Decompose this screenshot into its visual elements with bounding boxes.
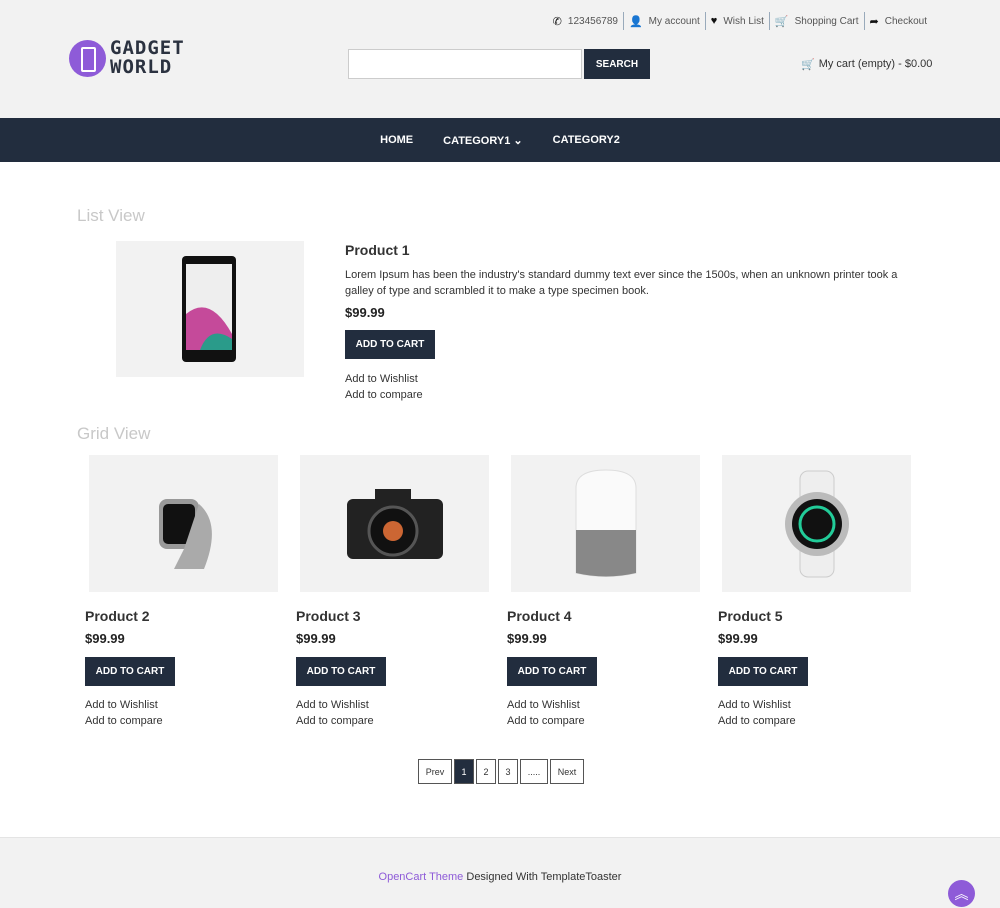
product-card: Product 3 $99.99 ADD TO CART Add to Wish…	[296, 455, 489, 729]
shopping-cart-link[interactable]: 🛒 Shopping Cart	[768, 12, 864, 30]
next-page-button[interactable]: Next	[550, 759, 584, 784]
add-to-compare-link[interactable]: Add to compare	[85, 713, 278, 729]
product-title[interactable]: Product 4	[507, 608, 700, 624]
share-arrow-icon: ➦	[869, 15, 879, 28]
pagination: Prev 1 2 3 ..... Next	[418, 759, 584, 784]
my-account-link[interactable]: 👤 My account	[622, 12, 705, 30]
top-links: ✆ 123456789 👤 My account ♥ Wish List 🛒 Shopp…	[548, 12, 932, 30]
smartphone-image	[182, 256, 236, 362]
checkout-link[interactable]: ➦ Checkout	[863, 12, 932, 30]
product-title[interactable]: Product 2	[85, 608, 278, 624]
nav-home[interactable]: HOME	[380, 134, 413, 146]
heart-icon: ♥	[710, 15, 718, 27]
footer: OpenCart Theme Designed With TemplateToa…	[0, 837, 1000, 908]
wish-list-label: Wish List	[723, 15, 764, 27]
checkout-label: Checkout	[884, 15, 927, 27]
prev-page-button[interactable]: Prev	[418, 759, 452, 784]
page-ellipsis: .....	[520, 759, 548, 784]
double-chevron-up-icon: ︽	[954, 885, 969, 902]
product-title[interactable]: Product 1	[345, 242, 920, 258]
product-title[interactable]: Product 3	[296, 608, 489, 624]
cart-summary: My cart (empty) - $0.00	[818, 58, 933, 70]
product-price: $99.99	[718, 631, 758, 646]
nav-category1-label: CATEGORY1	[443, 134, 511, 147]
header: ✆ 123456789 👤 My account ♥ Wish List 🛒 Shopp…	[0, 0, 1000, 118]
product-card: Product 2 $99.99 ADD TO CART Add to Wish…	[85, 455, 278, 729]
product-price: $99.99	[296, 631, 336, 646]
add-to-compare-link[interactable]: Add to compare	[718, 713, 911, 729]
logo[interactable]: GADGET WORLD	[69, 39, 185, 77]
phone-icon: ✆	[552, 15, 562, 28]
logo-line2: WORLD	[110, 56, 173, 78]
add-to-cart-button[interactable]: ADD TO CART	[85, 657, 175, 686]
phone-logo-icon	[69, 39, 106, 77]
product-title[interactable]: Product 5	[718, 608, 911, 624]
cart-icon: 🛒	[774, 15, 789, 28]
add-to-compare-link[interactable]: Add to compare	[507, 713, 700, 729]
page-3-button[interactable]: 3	[498, 759, 518, 784]
footer-text: Designed With TemplateToaster	[463, 871, 622, 883]
page-2-button[interactable]: 2	[476, 759, 496, 784]
product-image[interactable]	[722, 455, 911, 592]
add-to-cart-button[interactable]: ADD TO CART	[345, 330, 435, 359]
add-to-wishlist-link[interactable]: Add to Wishlist	[718, 697, 911, 713]
product-price: $99.99	[345, 305, 385, 320]
product-price: $99.99	[507, 631, 547, 646]
nav-category1[interactable]: CATEGORY1 ⌄	[443, 134, 523, 147]
smart-speaker-image	[575, 468, 636, 577]
cart-icon: 🛒	[801, 59, 815, 71]
product-image[interactable]	[89, 455, 278, 592]
add-to-compare-link[interactable]: Add to compare	[345, 387, 920, 403]
wish-list-link[interactable]: ♥ Wish List	[704, 12, 769, 30]
product-image[interactable]	[511, 455, 700, 592]
add-to-compare-link[interactable]: Add to compare	[296, 713, 489, 729]
product-price: $99.99	[85, 631, 125, 646]
chevron-down-icon: ⌄	[513, 134, 523, 147]
product-card: Product 4 $99.99 ADD TO CART Add to Wish…	[507, 455, 700, 729]
add-to-cart-button[interactable]: ADD TO CART	[718, 657, 808, 686]
camera-image	[346, 488, 443, 559]
mini-cart[interactable]: 🛒 My cart (empty) - $0.00	[801, 58, 932, 71]
my-account-label: My account	[648, 15, 700, 27]
list-view-title: List View	[77, 206, 145, 225]
add-to-cart-button[interactable]: ADD TO CART	[296, 657, 386, 686]
smartwatch-image	[784, 470, 849, 577]
nav-category2[interactable]: CATEGORY2	[553, 134, 620, 146]
shopping-cart-label: Shopping Cart	[794, 15, 859, 27]
main-nav: HOME CATEGORY1 ⌄ CATEGORY2	[0, 118, 1000, 162]
search-button[interactable]: SEARCH	[584, 49, 650, 79]
product-card: Product 5 $99.99 ADD TO CART Add to Wish…	[718, 455, 911, 729]
footer-credit: OpenCart Theme Designed With TemplateToa…	[0, 871, 1000, 883]
add-to-wishlist-link[interactable]: Add to Wishlist	[345, 371, 920, 387]
add-to-wishlist-link[interactable]: Add to Wishlist	[85, 697, 278, 713]
grid-view-title: Grid View	[77, 424, 151, 443]
add-to-cart-button[interactable]: ADD TO CART	[507, 657, 597, 686]
product-1-details: Product 1 Lorem Ipsum has been the indus…	[345, 242, 920, 403]
user-icon: 👤	[628, 15, 643, 28]
scroll-to-top-button[interactable]: ︽	[948, 880, 975, 907]
product-description: Lorem Ipsum has been the industry's stan…	[345, 269, 898, 297]
add-to-wishlist-link[interactable]: Add to Wishlist	[296, 697, 489, 713]
search-input[interactable]	[348, 49, 582, 79]
page-1-button[interactable]: 1	[454, 759, 474, 784]
watch-image	[158, 498, 212, 569]
opencart-theme-link[interactable]: OpenCart Theme	[379, 871, 464, 883]
product-1-image[interactable]	[116, 241, 304, 377]
add-to-wishlist-link[interactable]: Add to Wishlist	[507, 697, 700, 713]
phone-number: 123456789	[567, 15, 618, 27]
phone: ✆ 123456789	[548, 12, 623, 30]
product-image[interactable]	[300, 455, 489, 592]
